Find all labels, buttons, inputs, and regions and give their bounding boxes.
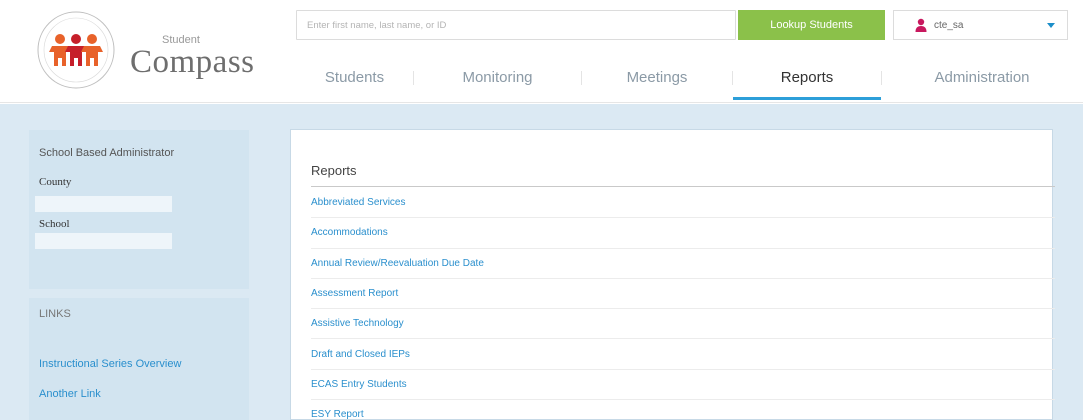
links-panel: LINKS Instructional Series Overview Anot… xyxy=(29,298,249,420)
logo-text-compass: Compass xyxy=(130,44,255,80)
nav-tab-students[interactable]: Students xyxy=(296,55,413,100)
report-list: Abbreviated Services Accommodations Annu… xyxy=(311,188,1055,420)
list-item: Assistive Technology xyxy=(311,309,1055,340)
report-link-draft-closed-ieps[interactable]: Draft and Closed IEPs xyxy=(311,349,410,360)
list-item: Accommodations xyxy=(311,218,1055,249)
nav-tab-administration[interactable]: Administration xyxy=(882,55,1082,100)
report-link-assessment-report[interactable]: Assessment Report xyxy=(311,288,398,299)
links-heading: LINKS xyxy=(39,308,71,320)
app-header: Student Compass Lookup Students cte_sa S… xyxy=(0,0,1083,103)
main-nav: Students Monitoring Meetings Reports Adm… xyxy=(296,55,1083,100)
county-label: County xyxy=(39,176,72,188)
report-link-assistive-technology[interactable]: Assistive Technology xyxy=(311,318,404,329)
chevron-down-icon xyxy=(1047,23,1055,28)
reports-panel: Reports Abbreviated Services Accommodati… xyxy=(290,129,1055,420)
lookup-students-button[interactable]: Lookup Students xyxy=(738,10,885,40)
link-instructional-series-overview[interactable]: Instructional Series Overview xyxy=(39,358,181,370)
nav-tab-meetings[interactable]: Meetings xyxy=(582,55,732,100)
report-link-abbreviated-services[interactable]: Abbreviated Services xyxy=(311,197,406,208)
report-link-accommodations[interactable]: Accommodations xyxy=(311,227,388,238)
role-label: School Based Administrator xyxy=(39,147,175,159)
children-logo-icon xyxy=(37,11,115,89)
list-item: ESY Report xyxy=(311,400,1055,420)
school-field[interactable] xyxy=(35,233,172,249)
user-menu-dropdown[interactable]: cte_sa xyxy=(893,10,1068,40)
username-label: cte_sa xyxy=(934,19,964,31)
student-compass-logo[interactable]: Student Compass xyxy=(30,6,270,96)
list-item: Draft and Closed IEPs xyxy=(311,339,1055,370)
user-context-panel: School Based Administrator County School xyxy=(29,130,249,289)
title-divider xyxy=(311,186,1055,187)
student-search-input[interactable] xyxy=(297,11,735,39)
report-link-esy-report[interactable]: ESY Report xyxy=(311,409,364,420)
school-label: School xyxy=(39,218,70,230)
nav-tab-reports[interactable]: Reports xyxy=(733,55,881,100)
link-another-link[interactable]: Another Link xyxy=(39,388,101,400)
nav-tab-monitoring[interactable]: Monitoring xyxy=(414,55,581,100)
user-icon xyxy=(915,18,927,32)
list-item: Assessment Report xyxy=(311,279,1055,310)
page-title: Reports xyxy=(311,163,357,178)
list-item: Abbreviated Services xyxy=(311,188,1055,219)
report-link-ecas-entry-students[interactable]: ECAS Entry Students xyxy=(311,379,407,390)
county-field[interactable] xyxy=(35,196,172,212)
report-link-annual-review[interactable]: Annual Review/Reevaluation Due Date xyxy=(311,258,484,269)
list-item: Annual Review/Reevaluation Due Date xyxy=(311,249,1055,279)
list-item: ECAS Entry Students xyxy=(311,370,1055,401)
student-search xyxy=(296,10,736,40)
